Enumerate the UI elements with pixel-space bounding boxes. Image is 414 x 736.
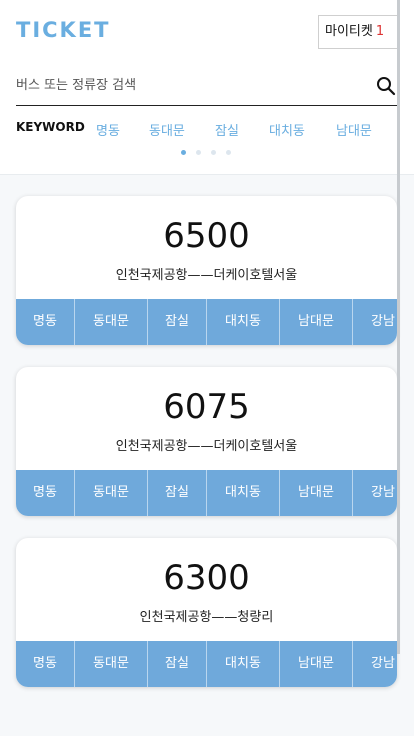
stop-chip[interactable]: 대치동 [207, 470, 280, 516]
route-path: 인천국제공항——청량리 [139, 610, 274, 625]
stop-chip[interactable]: 동대문 [75, 641, 148, 687]
stop-chip[interactable]: 명동 [16, 641, 75, 687]
stop-list: 명동 동대문 잠실 대치동 남대문 강남 [16, 470, 397, 516]
keyword-chip[interactable]: 남대문 [336, 120, 372, 139]
search-icon[interactable] [376, 76, 396, 96]
stop-chip[interactable]: 동대문 [75, 470, 148, 516]
my-ticket-button[interactable]: 마이티켓 1 [318, 15, 398, 49]
stop-chip[interactable]: 명동 [16, 470, 75, 516]
keyword-label: KEYWORD [16, 120, 85, 134]
stop-chip[interactable]: 남대문 [280, 641, 353, 687]
header: TICKET 마이티켓1 KEYWORD 명동 동대문 잠실 대치동 남대문 [0, 0, 414, 175]
search-input[interactable] [16, 66, 366, 104]
my-ticket-label: 마이티켓 [325, 24, 373, 39]
route-number: 6500 [163, 216, 250, 256]
scrollbar[interactable] [397, 0, 400, 654]
stop-chip[interactable]: 대치동 [207, 299, 280, 345]
route-path: 인천국제공항——더케이호텔서울 [115, 268, 298, 283]
route-card[interactable]: 6500 인천국제공항——더케이호텔서울 명동 동대문 잠실 대치동 남대문 강… [16, 196, 397, 345]
keyword-chip[interactable]: 동대문 [149, 120, 185, 139]
pager-dot[interactable] [196, 150, 201, 155]
my-ticket-count: 1 [375, 24, 385, 39]
stop-list: 명동 동대문 잠실 대치동 남대문 강남 [16, 299, 397, 345]
stop-chip[interactable]: 동대문 [75, 299, 148, 345]
stop-chip[interactable]: 강남 [353, 299, 397, 345]
stop-chip[interactable]: 대치동 [207, 641, 280, 687]
pager-dot[interactable] [181, 150, 186, 155]
stop-chip[interactable]: 명동 [16, 299, 75, 345]
route-card[interactable]: 6300 인천국제공항——청량리 명동 동대문 잠실 대치동 남대문 강남 [16, 538, 397, 687]
stop-chip[interactable]: 잠실 [148, 641, 207, 687]
keyword-chip[interactable]: 잠실 [215, 120, 239, 139]
stop-chip[interactable]: 잠실 [148, 470, 207, 516]
app-logo[interactable]: TICKET [16, 18, 111, 42]
stop-list: 명동 동대문 잠실 대치동 남대문 강남 [16, 641, 397, 687]
keyword-chip[interactable]: 대치동 [269, 120, 305, 139]
route-number: 6300 [163, 558, 250, 598]
stop-chip[interactable]: 남대문 [280, 470, 353, 516]
route-path: 인천국제공항——더케이호텔서울 [115, 439, 298, 454]
route-number: 6075 [163, 387, 250, 427]
keyword-chip[interactable]: 명동 [96, 120, 120, 139]
pager-dot[interactable] [211, 150, 216, 155]
search-bar [16, 66, 398, 106]
stop-chip[interactable]: 남대문 [280, 299, 353, 345]
stop-chip[interactable]: 강남 [353, 641, 397, 687]
route-card[interactable]: 6075 인천국제공항——더케이호텔서울 명동 동대문 잠실 대치동 남대문 강… [16, 367, 397, 516]
stop-chip[interactable]: 강남 [353, 470, 397, 516]
stop-chip[interactable]: 잠실 [148, 299, 207, 345]
pager-dot[interactable] [226, 150, 231, 155]
